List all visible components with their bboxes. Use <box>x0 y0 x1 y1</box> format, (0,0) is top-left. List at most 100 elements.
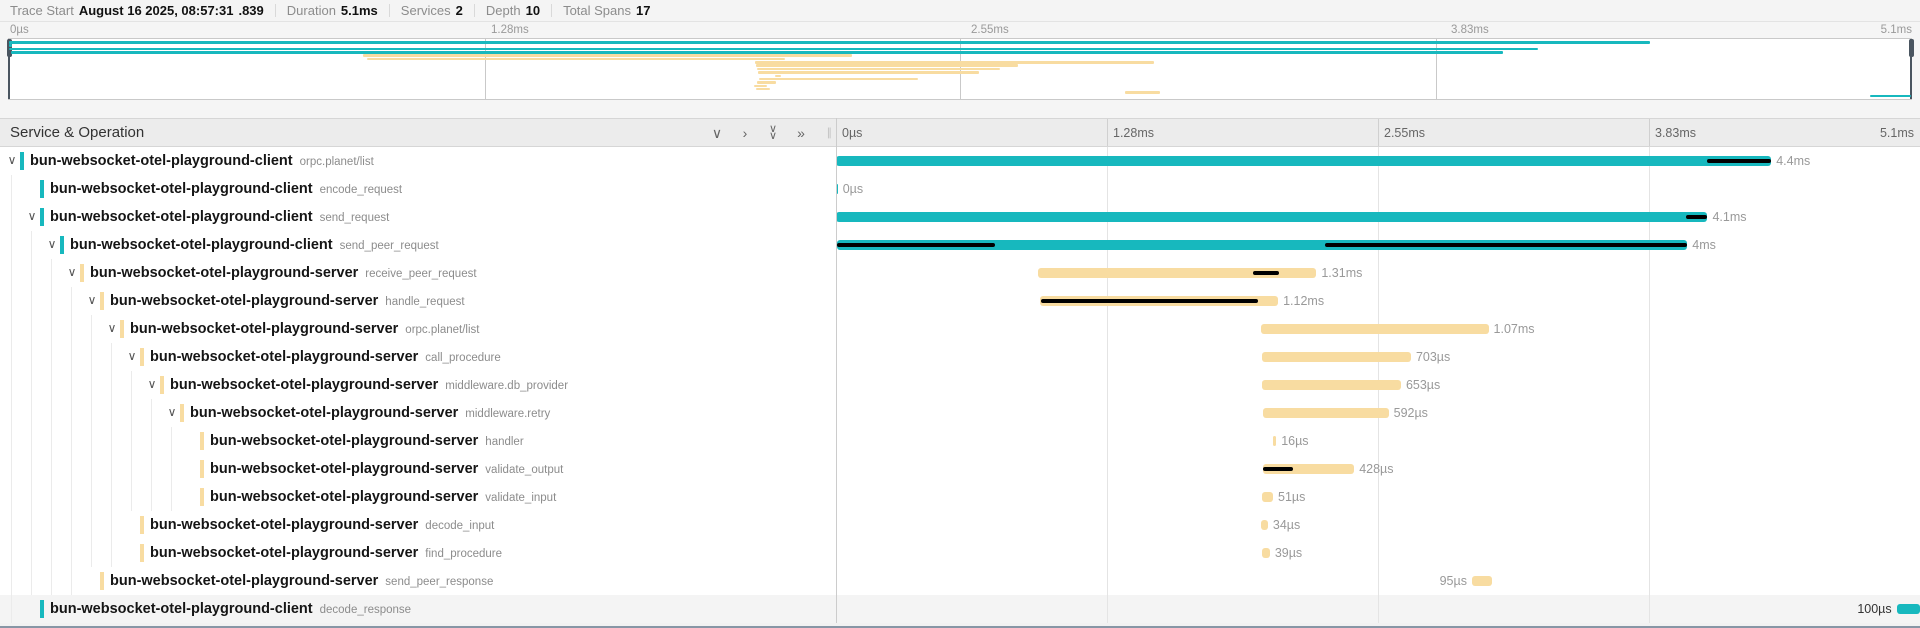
expand-one-icon[interactable]: › <box>738 126 752 140</box>
span-row[interactable]: bun-websocket-otel-playground-serverdeco… <box>0 511 1920 539</box>
tree-guide-line <box>51 455 52 483</box>
chevron-down-icon[interactable]: ∨ <box>5 153 19 167</box>
span-name-cell[interactable]: bun-websocket-otel-playground-servervali… <box>0 483 836 511</box>
panel-resizer-grip[interactable]: ∥ <box>827 126 833 139</box>
span-timeline-cell[interactable]: 95µs <box>836 567 1920 595</box>
span-name-cell[interactable]: bun-websocket-otel-playground-serverdeco… <box>0 511 836 539</box>
span-timeline-cell[interactable]: 1.31ms <box>836 259 1920 287</box>
span-timeline-cell[interactable]: 0µs <box>836 175 1920 203</box>
span-name-cell[interactable]: bun-websocket-otel-playground-serverfind… <box>0 539 836 567</box>
collapse-one-icon[interactable]: ∨ <box>710 126 724 140</box>
minimap-right-scrubber[interactable] <box>1910 39 1912 99</box>
span-timeline-cell[interactable]: 653µs <box>836 371 1920 399</box>
chevron-down-icon[interactable]: ∨ <box>45 237 59 251</box>
chevron-down-icon[interactable]: ∨ <box>145 377 159 391</box>
span-name: bun-websocket-otel-playground-serverorpc… <box>130 320 479 338</box>
span-duration-bar[interactable] <box>836 156 1771 166</box>
tree-guide-line <box>11 539 12 567</box>
span-timeline-cell[interactable]: 100µs <box>836 595 1920 623</box>
span-row[interactable]: bun-websocket-otel-playground-serverhand… <box>0 427 1920 455</box>
span-duration-bar[interactable] <box>1273 436 1276 446</box>
span-duration-bar[interactable] <box>1262 352 1411 362</box>
chevron-down-icon[interactable]: ∨ <box>105 321 119 335</box>
critical-path-segment <box>1253 271 1280 275</box>
span-name-cell[interactable]: bun-websocket-otel-playground-serverhand… <box>0 427 836 455</box>
tree-guide-line <box>71 427 72 455</box>
ruler-gridline <box>1107 119 1108 146</box>
span-name-cell[interactable]: bun-websocket-otel-playground-clientenco… <box>0 175 836 203</box>
minimap-tick-label: 2.55ms <box>971 24 1009 36</box>
span-name-cell[interactable]: ∨ bun-websocket-otel-playground-serverorp… <box>0 315 836 343</box>
span-timeline-cell[interactable]: 4.4ms <box>836 147 1920 175</box>
span-timeline-cell[interactable]: 428µs <box>836 455 1920 483</box>
critical-path-segment <box>1686 215 1707 219</box>
trace-start-fraction: .839 <box>238 3 263 18</box>
span-timeline-cell[interactable]: 4ms <box>836 231 1920 259</box>
span-row[interactable]: bun-websocket-otel-playground-serversend… <box>0 567 1920 595</box>
span-timeline-cell[interactable]: 16µs <box>836 427 1920 455</box>
span-duration-bar[interactable] <box>1262 492 1273 502</box>
span-name-cell[interactable]: ∨bun-websocket-otel-playground-servermid… <box>0 399 836 427</box>
span-timeline-cell[interactable]: 592µs <box>836 399 1920 427</box>
chevron-down-icon[interactable]: ∨ <box>25 209 39 223</box>
span-row[interactable]: bun-websocket-otel-playground-servervali… <box>0 455 1920 483</box>
service-color-accent <box>40 208 44 226</box>
span-row[interactable]: ∨ bun-websocket-otel-playground-serverorp… <box>0 315 1920 343</box>
span-name-cell[interactable]: ∨bun-websocket-otel-playground-servercal… <box>0 343 836 371</box>
span-duration-bar[interactable] <box>1897 604 1920 614</box>
tree-guide-line <box>171 483 172 511</box>
span-row[interactable]: ∨bun-websocket-otel-playground-servermid… <box>0 399 1920 427</box>
span-name-cell[interactable]: bun-websocket-otel-playground-clientdeco… <box>0 595 836 623</box>
span-row[interactable]: bun-websocket-otel-playground-serverfind… <box>0 539 1920 567</box>
expand-all-icon[interactable]: » <box>794 126 808 140</box>
span-name-cell[interactable]: ∨bun-websocket-otel-playground-clientsen… <box>0 203 836 231</box>
span-duration-bar[interactable] <box>836 212 1707 222</box>
span-row[interactable]: ∨bun-websocket-otel-playground-serverhan… <box>0 287 1920 315</box>
span-duration-bar[interactable] <box>1261 324 1488 334</box>
span-row[interactable]: bun-websocket-otel-playground-servervali… <box>0 483 1920 511</box>
span-duration-bar[interactable] <box>1472 576 1492 586</box>
panel-divider[interactable] <box>836 118 837 623</box>
span-timeline-cell[interactable]: 39µs <box>836 539 1920 567</box>
span-row[interactable]: bun-websocket-otel-playground-clientdeco… <box>0 595 1920 623</box>
operation-name: find_procedure <box>425 548 502 560</box>
minimap-span-bar <box>756 88 771 91</box>
minimap-span-bar <box>367 58 785 61</box>
span-timeline-cell[interactable]: 1.12ms <box>836 287 1920 315</box>
span-name-cell[interactable]: bun-websocket-otel-playground-servervali… <box>0 455 836 483</box>
span-name-cell[interactable]: ∨bun-websocket-otel-playground-serverhan… <box>0 287 836 315</box>
span-timeline-cell[interactable]: 34µs <box>836 511 1920 539</box>
span-row[interactable]: ∨bun-websocket-otel-playground-clientorp… <box>0 147 1920 175</box>
span-duration-bar[interactable] <box>1262 548 1270 558</box>
span-row[interactable]: ∨bun-websocket-otel-playground-serverrec… <box>0 259 1920 287</box>
span-timeline-cell[interactable]: 1.07ms <box>836 315 1920 343</box>
span-name-cell[interactable]: ∨bun-websocket-otel-playground-clientorp… <box>0 147 836 175</box>
span-name-cell[interactable]: ∨bun-websocket-otel-playground-servermid… <box>0 371 836 399</box>
span-duration-bar[interactable] <box>1263 408 1389 418</box>
service-name: bun-websocket-otel-playground-client <box>70 237 333 253</box>
chevron-down-icon[interactable]: ∨ <box>65 265 79 279</box>
span-row[interactable]: ∨bun-websocket-otel-playground-servermid… <box>0 371 1920 399</box>
minimap-canvas[interactable] <box>8 38 1912 100</box>
tree-guide-line <box>71 483 72 511</box>
span-name-cell[interactable]: ∨bun-websocket-otel-playground-serverrec… <box>0 259 836 287</box>
span-name-cell[interactable]: bun-websocket-otel-playground-serversend… <box>0 567 836 595</box>
span-row[interactable]: ∨bun-websocket-otel-playground-servercal… <box>0 343 1920 371</box>
tree-guide-line <box>91 315 92 343</box>
span-duration-bar[interactable] <box>1262 380 1401 390</box>
minimap-gap <box>0 100 1920 118</box>
span-name-cell[interactable]: ∨bun-websocket-otel-playground-clientsen… <box>0 231 836 259</box>
scrubber-handle[interactable] <box>1909 39 1914 57</box>
chevron-down-icon[interactable]: ∨ <box>125 349 139 363</box>
span-timeline-cell[interactable]: 703µs <box>836 343 1920 371</box>
span-timeline-cell[interactable]: 4.1ms <box>836 203 1920 231</box>
span-duration-bar[interactable] <box>1261 520 1268 530</box>
span-row[interactable]: bun-websocket-otel-playground-clientenco… <box>0 175 1920 203</box>
span-row[interactable]: ∨bun-websocket-otel-playground-clientsen… <box>0 231 1920 259</box>
chevron-down-icon[interactable]: ∨ <box>165 405 179 419</box>
chevron-down-icon[interactable]: ∨ <box>85 293 99 307</box>
span-timeline-cell[interactable]: 51µs <box>836 483 1920 511</box>
collapse-all-icon[interactable]: ∨∨ <box>766 126 780 139</box>
minimap-span-bar <box>756 64 1018 67</box>
span-row[interactable]: ∨bun-websocket-otel-playground-clientsen… <box>0 203 1920 231</box>
